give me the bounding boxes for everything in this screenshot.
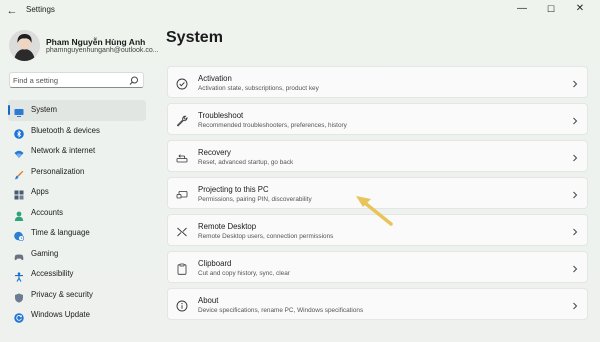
settings-window: ← Settings — ☐ ✕ Pham Nguyễn Hùng Anh ph… [0, 0, 600, 342]
pointer-arrow-icon [356, 196, 393, 226]
